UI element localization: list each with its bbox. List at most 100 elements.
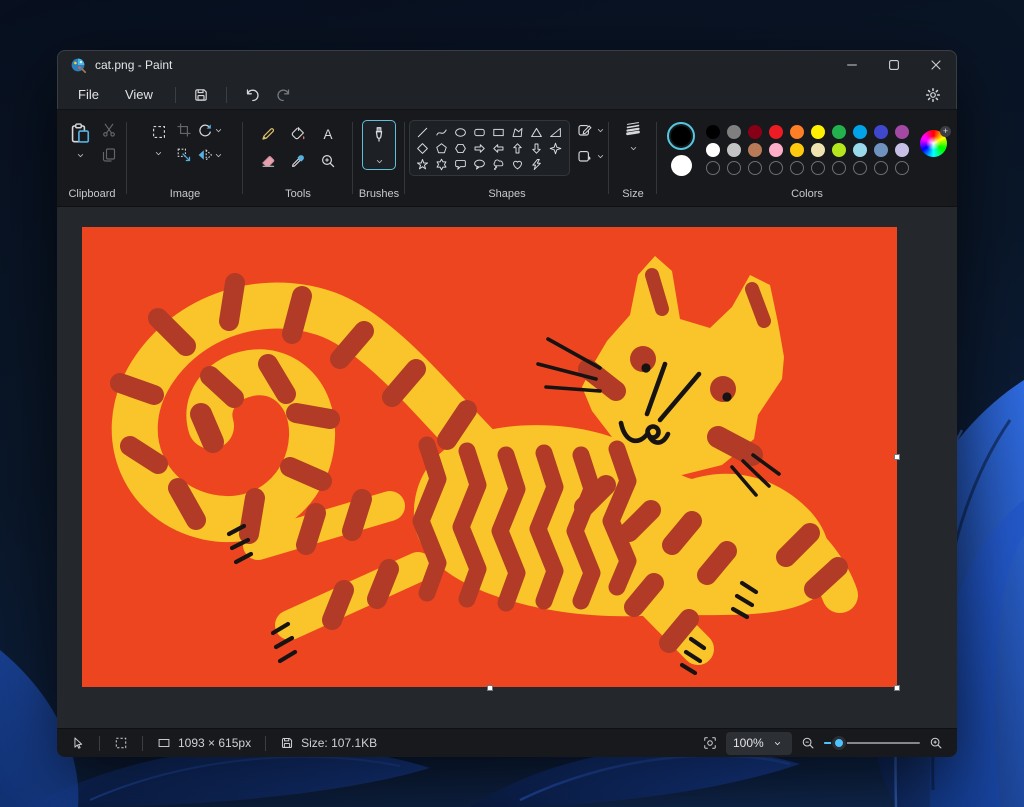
view-menu[interactable]: View <box>112 84 166 105</box>
zoom-in-button[interactable] <box>929 736 943 750</box>
text-tool[interactable]: A <box>320 126 336 142</box>
shape-hexagon[interactable] <box>452 140 470 156</box>
brushes-button[interactable] <box>362 120 396 170</box>
shape-rounded-rectangle[interactable] <box>471 124 489 140</box>
crop-button[interactable] <box>176 122 192 138</box>
resize-handle-right[interactable] <box>894 454 900 460</box>
chevron-down-icon[interactable] <box>628 143 639 154</box>
resize-handle-bottom[interactable] <box>487 685 493 691</box>
palette-empty-slot[interactable] <box>748 161 762 175</box>
palette-color-#ffaec9[interactable] <box>769 143 783 157</box>
color2-swatch[interactable] <box>671 155 692 176</box>
palette-empty-slot[interactable] <box>727 161 741 175</box>
shape-fill-button[interactable] <box>577 148 593 164</box>
palette-color-#c3c3c3[interactable] <box>727 143 741 157</box>
palette-color-#b5e61d[interactable] <box>832 143 846 157</box>
shape-arrow-down[interactable] <box>528 140 546 156</box>
palette-empty-slot[interactable] <box>895 161 909 175</box>
shape-rounded-callout[interactable] <box>452 156 470 172</box>
palette-empty-slot[interactable] <box>790 161 804 175</box>
edit-colors-button[interactable]: + <box>920 130 947 157</box>
magnifier-tool[interactable] <box>320 153 336 169</box>
chevron-down-icon[interactable] <box>213 125 224 136</box>
shape-pentagon[interactable] <box>433 140 451 156</box>
shape-polygon[interactable] <box>509 124 527 140</box>
palette-color-#7f7f7f[interactable] <box>727 125 741 139</box>
chevron-down-icon[interactable] <box>595 151 606 162</box>
pencil-tool[interactable] <box>260 126 276 142</box>
shape-cloud-callout[interactable] <box>490 156 508 172</box>
fill-tool[interactable] <box>290 126 306 142</box>
palette-empty-slot[interactable] <box>769 161 783 175</box>
drawing-canvas[interactable] <box>82 227 897 687</box>
palette-color-#ffffff[interactable] <box>706 143 720 157</box>
palette-color-#efe4b0[interactable] <box>811 143 825 157</box>
shape-triangle[interactable] <box>528 124 546 140</box>
fit-screen-button[interactable] <box>703 736 717 750</box>
palette-color-#fff200[interactable] <box>811 125 825 139</box>
chevron-down-icon[interactable] <box>75 150 86 161</box>
shape-six-point-star[interactable] <box>433 156 451 172</box>
minimize-button[interactable] <box>831 50 873 80</box>
undo-button[interactable] <box>239 84 265 106</box>
palette-color-#ffc90e[interactable] <box>790 143 804 157</box>
palette-color-#3f48cc[interactable] <box>874 125 888 139</box>
shape-curve[interactable] <box>433 124 451 140</box>
palette-color-#000000[interactable] <box>706 125 720 139</box>
palette-color-#880015[interactable] <box>748 125 762 139</box>
palette-color-#ed1c24[interactable] <box>769 125 783 139</box>
palette-empty-slot[interactable] <box>811 161 825 175</box>
shape-oval-callout[interactable] <box>471 156 489 172</box>
palette-color-#00a2e8[interactable] <box>853 125 867 139</box>
eraser-tool[interactable] <box>260 153 276 169</box>
close-button[interactable] <box>915 50 957 80</box>
color1-swatch[interactable] <box>667 122 695 150</box>
maximize-button[interactable] <box>873 50 915 80</box>
shape-arrow-left[interactable] <box>490 140 508 156</box>
palette-empty-slot[interactable] <box>874 161 888 175</box>
shape-heart[interactable] <box>509 156 527 172</box>
resize-handle-corner[interactable] <box>894 685 900 691</box>
chevron-down-icon[interactable] <box>213 150 224 161</box>
redo-button[interactable] <box>271 84 297 106</box>
palette-color-#b97a57[interactable] <box>748 143 762 157</box>
cut-button[interactable] <box>101 122 117 138</box>
palette-color-#99d9ea[interactable] <box>853 143 867 157</box>
chevron-down-icon[interactable] <box>153 148 164 159</box>
shape-outline-button[interactable] <box>577 122 593 138</box>
shape-five-point-star[interactable] <box>414 156 432 172</box>
shape-arrow-up[interactable] <box>509 140 527 156</box>
zoom-dropdown[interactable]: 100% <box>726 732 792 755</box>
file-menu[interactable]: File <box>65 84 112 105</box>
title-bar[interactable]: cat.png - Paint <box>57 50 957 80</box>
palette-color-#22b14c[interactable] <box>832 125 846 139</box>
paste-button[interactable] <box>67 120 93 146</box>
zoom-slider-knob[interactable] <box>832 736 846 750</box>
zoom-out-button[interactable] <box>801 736 815 750</box>
size-button[interactable] <box>625 120 641 136</box>
save-button[interactable] <box>188 84 214 106</box>
color-picker-tool[interactable] <box>290 153 306 169</box>
palette-color-#c8bfe7[interactable] <box>895 143 909 157</box>
shape-four-point-star[interactable] <box>547 140 565 156</box>
zoom-slider[interactable] <box>824 736 920 750</box>
settings-button[interactable] <box>920 84 946 106</box>
resize-button[interactable] <box>176 147 192 163</box>
shape-oval[interactable] <box>452 124 470 140</box>
select-button[interactable] <box>147 120 171 144</box>
palette-color-#a349a4[interactable] <box>895 125 909 139</box>
shape-rectangle[interactable] <box>490 124 508 140</box>
flip-button[interactable] <box>197 147 213 163</box>
shape-arrow-right[interactable] <box>471 140 489 156</box>
palette-empty-slot[interactable] <box>706 161 720 175</box>
shape-diamond[interactable] <box>414 140 432 156</box>
shape-line[interactable] <box>414 124 432 140</box>
palette-color-#ff7f27[interactable] <box>790 125 804 139</box>
rotate-button[interactable] <box>197 122 213 138</box>
palette-empty-slot[interactable] <box>832 161 846 175</box>
palette-empty-slot[interactable] <box>853 161 867 175</box>
shape-right-triangle[interactable] <box>547 124 565 140</box>
shape-lightning[interactable] <box>528 156 546 172</box>
palette-color-#7092be[interactable] <box>874 143 888 157</box>
chevron-down-icon[interactable] <box>595 125 606 136</box>
